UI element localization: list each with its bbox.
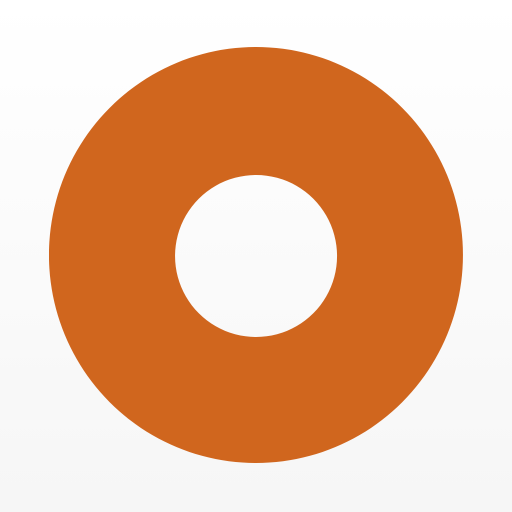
icon-canvas: [0, 0, 512, 512]
ring-shape: [49, 47, 463, 463]
ring-icon: [49, 47, 463, 463]
